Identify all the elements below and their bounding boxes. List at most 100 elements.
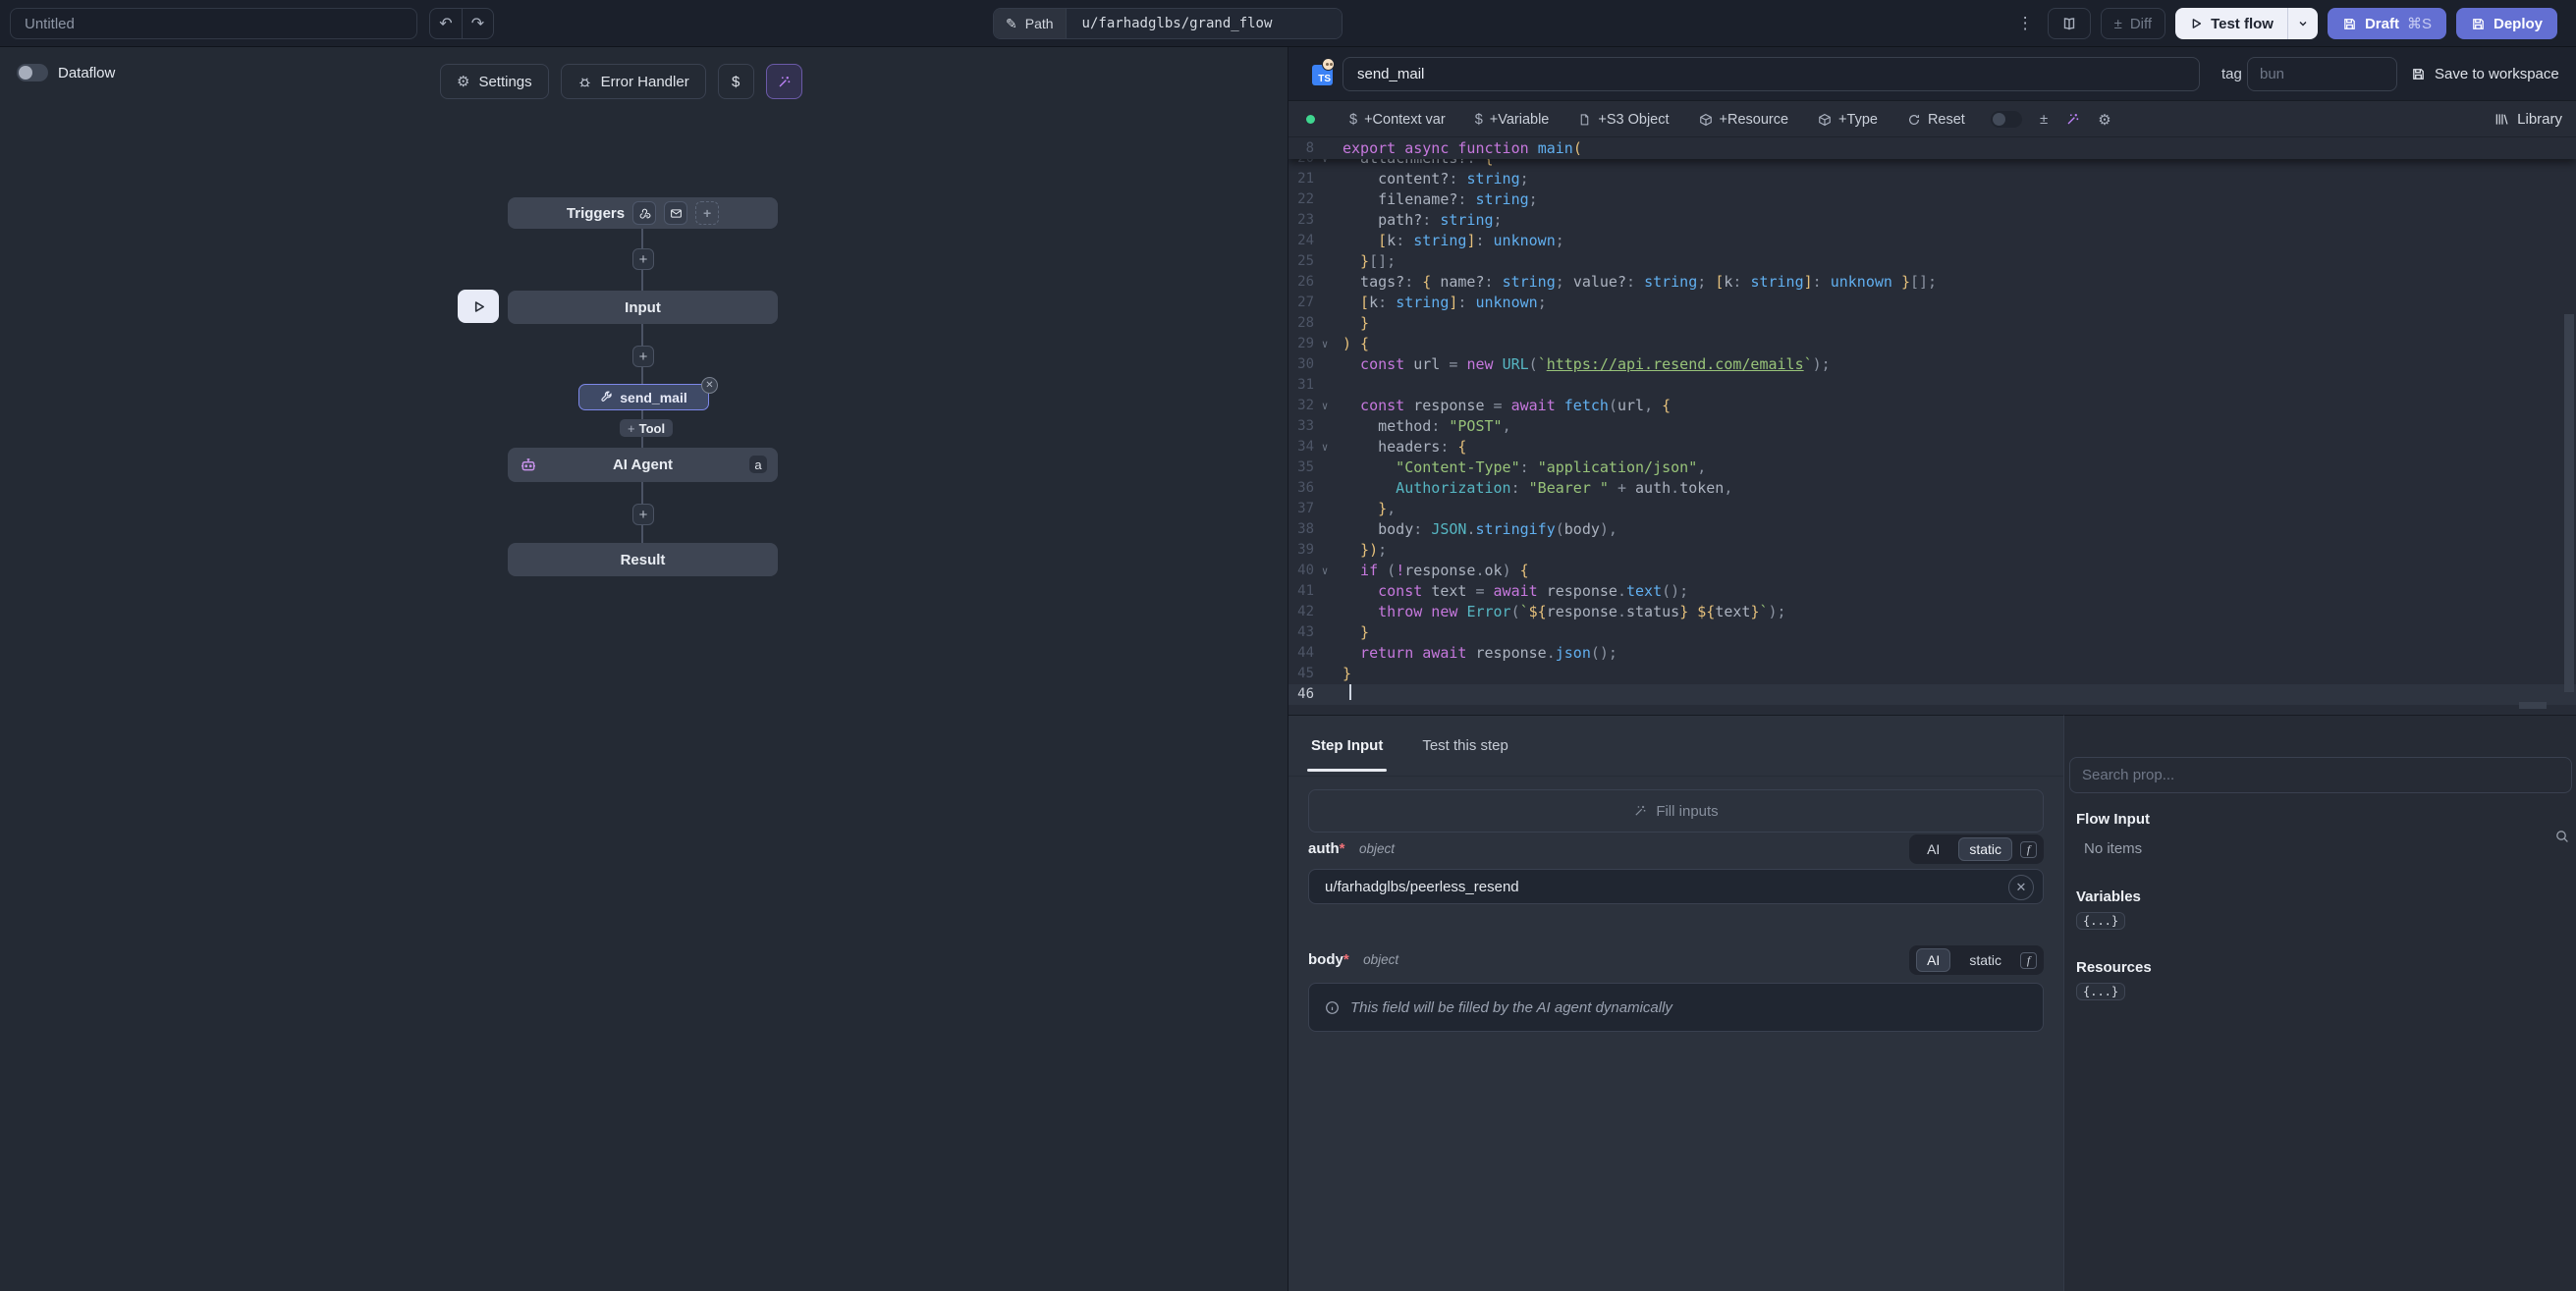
settings-button[interactable]: ⚙ Settings <box>440 64 549 99</box>
code-line[interactable]: 22 filename?: string; <box>1288 189 2576 210</box>
mode-ai-option[interactable]: AI <box>1916 948 1950 972</box>
test-flow-button[interactable]: Test flow <box>2175 8 2318 39</box>
code-line[interactable]: 35 "Content-Type": "application/json", <box>1288 457 2576 478</box>
add-resource-button[interactable]: +Resource <box>1699 112 1789 128</box>
node-triggers[interactable]: Triggers + <box>508 197 778 229</box>
code-line[interactable]: 31 <box>1288 375 2576 396</box>
mode-static-option[interactable]: static <box>1958 948 2012 972</box>
add-context-var-button[interactable]: $ +Context var <box>1349 112 1446 128</box>
fold-icon[interactable]: ∨ <box>1314 334 1336 354</box>
node-input[interactable]: Input <box>508 291 778 324</box>
editor-vertical-scrollbar[interactable] <box>2564 314 2574 692</box>
step-name-input[interactable] <box>1343 57 2200 91</box>
mode-static-option[interactable]: static <box>1958 837 2012 861</box>
dataflow-toggle[interactable] <box>17 64 48 81</box>
add-variable-button[interactable]: $ +Variable <box>1475 112 1550 128</box>
fold-icon[interactable]: ∨ <box>1314 437 1336 457</box>
code-line[interactable]: 26 tags?: { name?: string; value?: strin… <box>1288 272 2576 293</box>
code-text: const url = new URL(`https://api.resend.… <box>1336 354 1831 375</box>
line-number: 26 <box>1288 272 1314 293</box>
editor-settings-icon[interactable]: ⚙ <box>2098 111 2110 129</box>
code-line[interactable]: 25 }[]; <box>1288 251 2576 272</box>
code-line[interactable]: 33 method: "POST", <box>1288 416 2576 437</box>
add-tool-button[interactable]: + Tool <box>620 419 673 437</box>
library-button[interactable]: Library <box>2494 101 2562 137</box>
fold-icon[interactable]: ∨ <box>1314 561 1336 581</box>
code-line[interactable]: 44 return await response.json(); <box>1288 643 2576 664</box>
undo-button[interactable]: ↶ <box>429 8 462 39</box>
code-line[interactable]: 23 path?: string; <box>1288 210 2576 231</box>
expression-editor-icon[interactable]: f <box>2020 841 2037 858</box>
reset-button[interactable]: Reset <box>1907 112 1965 128</box>
code-line[interactable]: 45} <box>1288 664 2576 684</box>
code-line[interactable]: 37 }, <box>1288 499 2576 519</box>
json-toggle-button[interactable]: $ <box>718 64 754 99</box>
chevron-down-icon[interactable] <box>2288 18 2318 29</box>
resources-object-chip[interactable]: {...} <box>2076 983 2125 1000</box>
flow-title-input[interactable] <box>10 8 417 39</box>
node-result[interactable]: Result <box>508 543 778 576</box>
save-to-workspace-button[interactable]: Save to workspace <box>2411 47 2559 101</box>
tab-step-input[interactable]: Step Input <box>1309 716 1385 776</box>
search-icon[interactable] <box>2554 829 2570 844</box>
tab-test-this-step[interactable]: Test this step <box>1420 716 1510 776</box>
draft-button[interactable]: Draft ⌘S <box>2328 8 2446 39</box>
code-line[interactable]: 46 <box>1288 684 2576 705</box>
run-input-button[interactable] <box>458 290 499 323</box>
resources-title: Resources <box>2076 959 2576 976</box>
docs-button[interactable] <box>2048 8 2091 39</box>
variables-object-chip[interactable]: {...} <box>2076 912 2125 930</box>
clear-auth-button[interactable]: ✕ <box>2008 875 2034 900</box>
diff-button[interactable]: ± Diff <box>2101 8 2165 39</box>
fold-gutter <box>1314 137 1336 159</box>
deploy-button[interactable]: Deploy <box>2456 8 2557 39</box>
fill-inputs-button[interactable]: Fill inputs <box>1308 789 2044 833</box>
code-line[interactable]: 42 throw new Error(`${response.status} $… <box>1288 602 2576 622</box>
code-line[interactable]: 27 [k: string]: unknown; <box>1288 293 2576 313</box>
mode-ai-option[interactable]: AI <box>1916 837 1950 861</box>
more-menu-icon[interactable]: ⋮ <box>2013 14 2038 33</box>
code-line[interactable]: 43 } <box>1288 622 2576 643</box>
add-s3-object-button[interactable]: +S3 Object <box>1578 112 1669 128</box>
wand-icon <box>1633 804 1647 818</box>
path-control[interactable]: ✎ Path u/farhadglbs/grand_flow <box>993 8 1343 39</box>
code-line[interactable]: 24 [k: string]: unknown; <box>1288 231 2576 251</box>
code-line[interactable]: 32∨ const response = await fetch(url, { <box>1288 396 2576 416</box>
code-line[interactable]: 41 const text = await response.text(); <box>1288 581 2576 602</box>
node-ai-agent[interactable]: AI Agent a <box>508 448 778 482</box>
code-line[interactable]: 36 Authorization: "Bearer " + auth.token… <box>1288 478 2576 499</box>
auth-value-input[interactable]: u/farhadglbs/peerless_resend ✕ <box>1308 869 2044 904</box>
code-line[interactable]: 40∨ if (!response.ok) { <box>1288 561 2576 581</box>
fold-gutter <box>1314 519 1336 540</box>
diff-mode-toggle[interactable] <box>1991 111 2022 128</box>
insert-step-button[interactable]: + <box>632 346 654 367</box>
insert-step-button[interactable]: + <box>632 504 654 525</box>
webhook-icon[interactable] <box>632 201 656 225</box>
code-line[interactable]: 28 } <box>1288 313 2576 334</box>
line-number: 25 <box>1288 251 1314 272</box>
error-handler-button[interactable]: Error Handler <box>561 64 706 99</box>
mail-icon[interactable] <box>664 201 687 225</box>
code-line[interactable]: 30 const url = new URL(`https://api.rese… <box>1288 354 2576 375</box>
plus-minus-icon[interactable]: ± <box>2040 111 2048 128</box>
code-line[interactable]: 34∨ headers: { <box>1288 437 2576 457</box>
code-line[interactable]: 38 body: JSON.stringify(body), <box>1288 519 2576 540</box>
code-line[interactable]: 21 content?: string; <box>1288 169 2576 189</box>
code-line[interactable]: 8export async function main( <box>1288 137 2576 159</box>
search-prop-input[interactable] <box>2069 757 2572 793</box>
ai-wand-icon[interactable] <box>2065 112 2080 127</box>
editor-horizontal-scrollbar[interactable] <box>2519 702 2547 709</box>
fold-icon[interactable]: ∨ <box>1314 396 1336 416</box>
insert-step-button[interactable]: + <box>632 248 654 270</box>
add-type-button[interactable]: +Type <box>1818 112 1878 128</box>
tag-input[interactable] <box>2247 57 2397 91</box>
code-line[interactable]: 29∨) { <box>1288 334 2576 354</box>
expression-editor-icon[interactable]: f <box>2020 952 2037 969</box>
add-trigger-button[interactable]: + <box>695 201 719 225</box>
redo-button[interactable]: ↷ <box>462 8 494 39</box>
ai-assistant-button[interactable] <box>766 64 802 99</box>
remove-tool-button[interactable]: ✕ <box>701 377 718 394</box>
code-editor[interactable]: 20∨ attachments?: {21 content?: string;2… <box>1288 137 2576 715</box>
node-send-mail[interactable]: send_mail <box>578 384 709 410</box>
code-line[interactable]: 39 }); <box>1288 540 2576 561</box>
